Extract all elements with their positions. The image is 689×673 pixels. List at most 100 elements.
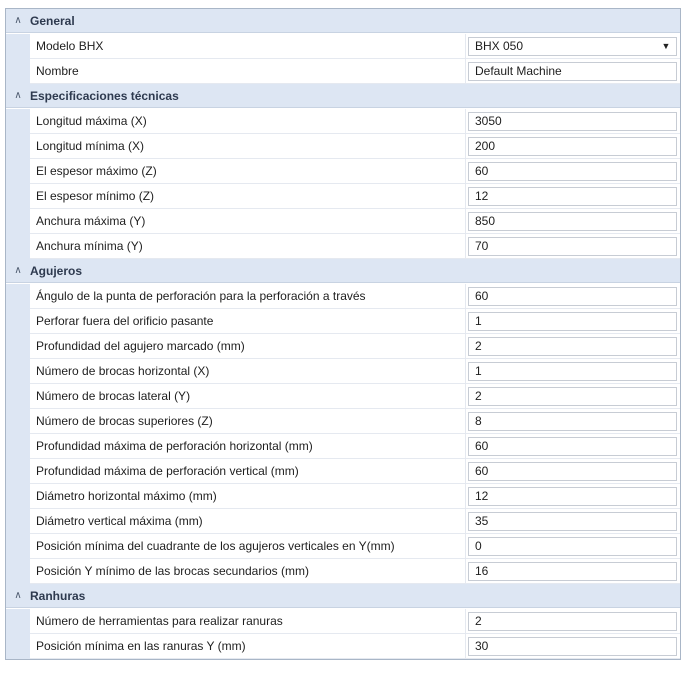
property-value-field[interactable]: 850 bbox=[468, 211, 677, 231]
property-value-field[interactable]: 2 bbox=[468, 611, 677, 631]
property-value-field[interactable]: 70 bbox=[468, 236, 677, 256]
property-value-field[interactable]: 1 bbox=[468, 311, 677, 331]
row-gutter bbox=[6, 634, 30, 659]
row-gutter bbox=[6, 534, 30, 559]
property-row[interactable]: Nombre Default Machine bbox=[6, 59, 680, 84]
category-header[interactable]: ∧ Especificaciones técnicas bbox=[6, 84, 680, 108]
property-value: 8 bbox=[475, 414, 482, 428]
property-value: 60 bbox=[475, 289, 489, 303]
property-value-field[interactable]: 12 bbox=[468, 186, 677, 206]
property-row[interactable]: El espesor máximo (Z) 60 bbox=[6, 159, 680, 184]
property-value: 70 bbox=[475, 239, 489, 253]
property-row[interactable]: El espesor mínimo (Z) 12 bbox=[6, 184, 680, 209]
row-gutter bbox=[6, 459, 30, 484]
property-value: 1 bbox=[475, 364, 482, 378]
category-title: Agujeros bbox=[30, 263, 83, 278]
property-value-field[interactable]: 3050 bbox=[468, 111, 677, 131]
property-row[interactable]: Profundidad del agujero marcado (mm) 2 bbox=[6, 334, 680, 359]
chevron-up-icon[interactable]: ∧ bbox=[6, 84, 30, 108]
property-value: 1 bbox=[475, 314, 482, 328]
property-name: Número de brocas horizontal (X) bbox=[30, 359, 466, 384]
row-gutter bbox=[6, 109, 30, 134]
row-gutter bbox=[6, 509, 30, 534]
property-value-field[interactable]: 60 bbox=[468, 161, 677, 181]
property-value-cell: BHX 050 ▼ bbox=[466, 34, 680, 59]
row-gutter bbox=[6, 134, 30, 159]
property-value-field[interactable]: 2 bbox=[468, 386, 677, 406]
property-row[interactable]: Longitud mínima (X) 200 bbox=[6, 134, 680, 159]
property-value-cell: 60 bbox=[466, 284, 680, 309]
property-row[interactable]: Diámetro horizontal máximo (mm) 12 bbox=[6, 484, 680, 509]
property-value-cell: Default Machine bbox=[466, 59, 680, 84]
row-gutter bbox=[6, 209, 30, 234]
property-value-cell: 2 bbox=[466, 609, 680, 634]
property-value: 12 bbox=[475, 189, 489, 203]
property-value-cell: 2 bbox=[466, 334, 680, 359]
property-row[interactable]: Ángulo de la punta de perforación para l… bbox=[6, 284, 680, 309]
property-row[interactable]: Profundidad máxima de perforación vertic… bbox=[6, 459, 680, 484]
property-value: 35 bbox=[475, 514, 489, 528]
property-row[interactable]: Número de brocas superiores (Z) 8 bbox=[6, 409, 680, 434]
property-value-cell: 70 bbox=[466, 234, 680, 259]
property-value-field[interactable]: 1 bbox=[468, 361, 677, 381]
row-gutter bbox=[6, 334, 30, 359]
property-value-cell: 12 bbox=[466, 184, 680, 209]
row-gutter bbox=[6, 34, 30, 59]
property-name: Diámetro horizontal máximo (mm) bbox=[30, 484, 466, 509]
property-row[interactable]: Anchura máxima (Y) 850 bbox=[6, 209, 680, 234]
property-row[interactable]: Número de herramientas para realizar ran… bbox=[6, 609, 680, 634]
property-value: BHX 050 bbox=[475, 39, 524, 53]
property-name: Número de brocas superiores (Z) bbox=[30, 409, 466, 434]
property-row[interactable]: Diámetro vertical máxima (mm) 35 bbox=[6, 509, 680, 534]
property-value-field[interactable]: 0 bbox=[468, 536, 677, 556]
property-name: Profundidad del agujero marcado (mm) bbox=[30, 334, 466, 359]
property-row[interactable]: Posición mínima en las ranuras Y (mm) 30 bbox=[6, 634, 680, 659]
property-value-field[interactable]: 30 bbox=[468, 636, 677, 656]
property-value-field[interactable]: 60 bbox=[468, 436, 677, 456]
property-value-field[interactable]: 60 bbox=[468, 461, 677, 481]
property-value-field[interactable]: 12 bbox=[468, 486, 677, 506]
property-value-cell: 60 bbox=[466, 459, 680, 484]
category-header[interactable]: ∧ General bbox=[6, 9, 680, 33]
property-row[interactable]: Modelo BHX BHX 050 ▼ bbox=[6, 34, 680, 59]
row-gutter bbox=[6, 359, 30, 384]
property-value-cell: 0 bbox=[466, 534, 680, 559]
row-gutter bbox=[6, 609, 30, 634]
property-value-field[interactable]: 60 bbox=[468, 286, 677, 306]
row-gutter bbox=[6, 59, 30, 84]
property-name: Profundidad máxima de perforación horizo… bbox=[30, 434, 466, 459]
property-name: Número de herramientas para realizar ran… bbox=[30, 609, 466, 634]
property-row[interactable]: Posición mínima del cuadrante de los agu… bbox=[6, 534, 680, 559]
property-row[interactable]: Posición Y mínimo de las brocas secundar… bbox=[6, 559, 680, 584]
property-value-field[interactable]: 35 bbox=[468, 511, 677, 531]
model-select[interactable]: BHX 050 ▼ bbox=[468, 36, 677, 56]
category-header[interactable]: ∧ Agujeros bbox=[6, 259, 680, 283]
property-name: Número de brocas lateral (Y) bbox=[30, 384, 466, 409]
chevron-up-icon[interactable]: ∧ bbox=[6, 584, 30, 608]
property-value-field[interactable]: 200 bbox=[468, 136, 677, 156]
property-value-field[interactable]: 8 bbox=[468, 411, 677, 431]
property-value-field[interactable]: 2 bbox=[468, 336, 677, 356]
property-value-field[interactable]: Default Machine bbox=[468, 61, 677, 81]
chevron-up-icon[interactable]: ∧ bbox=[6, 259, 30, 283]
category-header[interactable]: ∧ Ranhuras bbox=[6, 584, 680, 608]
property-name: Perforar fuera del orificio pasante bbox=[30, 309, 466, 334]
property-row[interactable]: Anchura mínima (Y) 70 bbox=[6, 234, 680, 259]
dropdown-arrow-icon[interactable]: ▼ bbox=[660, 40, 672, 52]
property-value: 2 bbox=[475, 339, 482, 353]
property-value: 12 bbox=[475, 489, 489, 503]
property-value: 30 bbox=[475, 639, 489, 653]
property-row[interactable]: Profundidad máxima de perforación horizo… bbox=[6, 434, 680, 459]
property-value-cell: 60 bbox=[466, 434, 680, 459]
property-row[interactable]: Perforar fuera del orificio pasante 1 bbox=[6, 309, 680, 334]
property-value-cell: 60 bbox=[466, 159, 680, 184]
property-name: Posición Y mínimo de las brocas secundar… bbox=[30, 559, 466, 584]
row-gutter bbox=[6, 409, 30, 434]
property-row[interactable]: Número de brocas lateral (Y) 2 bbox=[6, 384, 680, 409]
chevron-up-icon[interactable]: ∧ bbox=[6, 9, 30, 33]
property-name: Longitud mínima (X) bbox=[30, 134, 466, 159]
property-value: 2 bbox=[475, 614, 482, 628]
property-row[interactable]: Longitud máxima (X) 3050 bbox=[6, 109, 680, 134]
property-row[interactable]: Número de brocas horizontal (X) 1 bbox=[6, 359, 680, 384]
property-value-field[interactable]: 16 bbox=[468, 561, 677, 581]
